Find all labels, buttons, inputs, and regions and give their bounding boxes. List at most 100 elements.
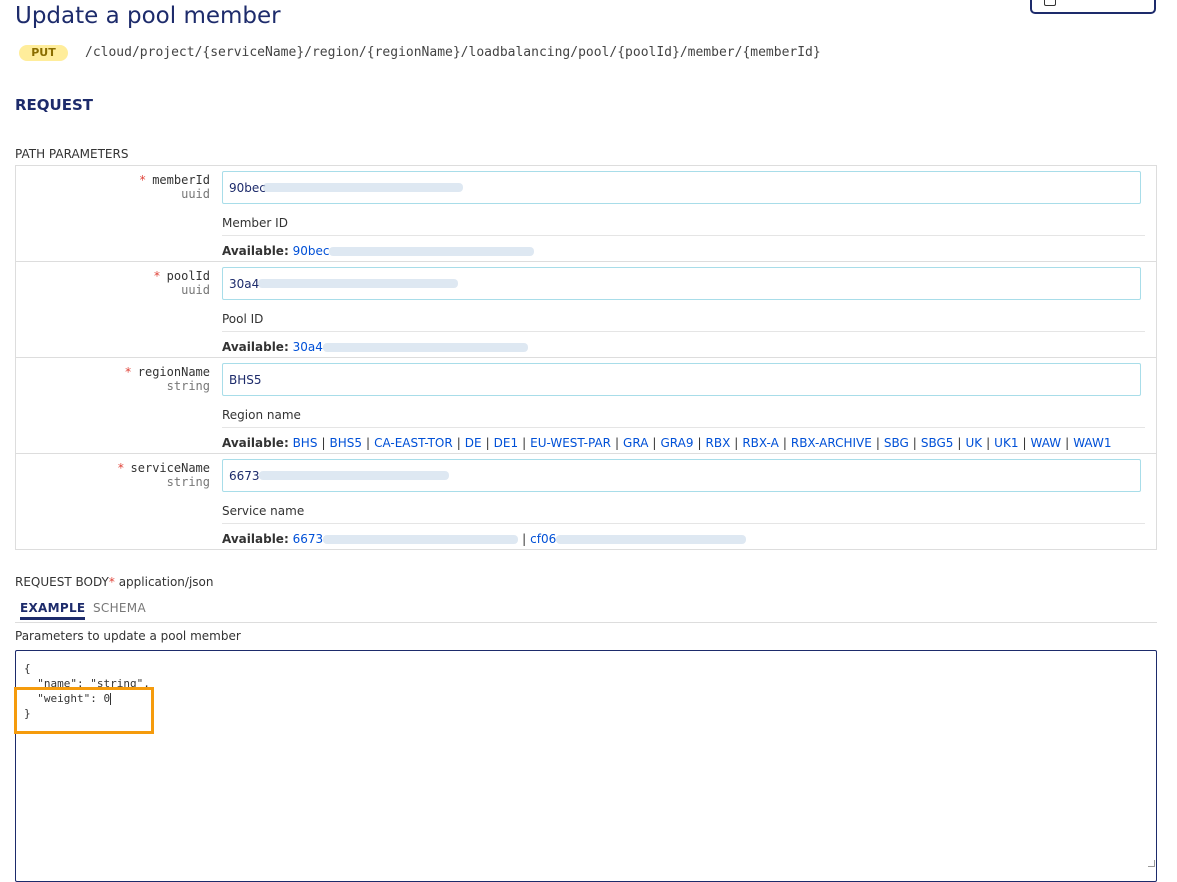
separator: | xyxy=(522,532,527,546)
param-row-poolId: * poolId uuid 30a4 Pool ID Available: 30a… xyxy=(16,262,1156,358)
param-available: Available: 90bec xyxy=(222,235,1145,258)
param-available: Available: BHS | BHS5 | CA-EAST-TOR | DE | DE1 | E… xyxy=(222,427,1145,450)
input-value: 6673 xyxy=(229,469,260,483)
redacted-value xyxy=(323,535,519,544)
available-label: Available: xyxy=(222,244,289,258)
page-title: Update a pool member xyxy=(15,3,281,29)
serviceName-input[interactable]: 6673 xyxy=(222,459,1141,492)
redacted-value xyxy=(329,247,535,256)
separator: | xyxy=(986,436,991,450)
method-badge: PUT xyxy=(19,45,68,61)
param-name: * regionName xyxy=(124,365,210,379)
input-value: BHS5 xyxy=(229,373,262,387)
separator: | xyxy=(697,436,702,450)
separator: | xyxy=(957,436,962,450)
separator: | xyxy=(615,436,620,450)
clipboard-icon xyxy=(1044,0,1056,6)
available-value-link[interactable]: 30a4 xyxy=(293,340,323,354)
code-line: { xyxy=(24,662,31,675)
redacted-value xyxy=(556,535,747,544)
content-type: application/json xyxy=(118,575,214,589)
param-description: Region name xyxy=(222,408,301,422)
region-option-link[interactable]: WAW1 xyxy=(1073,436,1111,450)
available-label: Available: xyxy=(222,436,289,450)
redacted-value xyxy=(263,183,463,192)
input-value: 30a4 xyxy=(229,277,260,291)
tab-schema[interactable]: SCHEMA xyxy=(93,601,146,615)
required-marker: * xyxy=(138,173,147,187)
separator: | xyxy=(652,436,657,450)
tab-example[interactable]: EXAMPLE xyxy=(20,601,86,620)
region-option-link[interactable]: RBX-A xyxy=(742,436,778,450)
corner-button[interactable] xyxy=(1030,0,1156,14)
param-type: string xyxy=(166,475,210,489)
separator: | xyxy=(1065,436,1070,450)
required-marker: * xyxy=(124,365,132,379)
region-option-link[interactable]: EU-WEST-PAR xyxy=(530,436,611,450)
param-description: Member ID xyxy=(222,216,288,230)
available-value-link[interactable]: cf06 xyxy=(530,532,556,546)
param-name: * serviceName xyxy=(117,461,210,475)
available-value-link[interactable]: 6673 xyxy=(293,532,324,546)
region-option-link[interactable]: WAW xyxy=(1031,436,1062,450)
resize-handle[interactable] xyxy=(1148,860,1155,867)
separator: | xyxy=(366,436,371,450)
required-marker: * xyxy=(153,269,161,283)
separator: | xyxy=(456,436,461,450)
required-marker: * xyxy=(108,575,115,589)
redacted-value xyxy=(322,343,528,352)
param-name: * poolId xyxy=(153,269,210,283)
separator: | xyxy=(1022,436,1027,450)
redacted-value xyxy=(258,279,458,288)
separator: | xyxy=(522,436,527,450)
param-row-memberId: * memberId uuid 90bec Member ID Available… xyxy=(16,166,1156,262)
region-option-link[interactable]: SBG5 xyxy=(921,436,954,450)
region-option-link[interactable]: BHS5 xyxy=(330,436,363,450)
input-value: 90bec xyxy=(229,181,266,195)
poolId-input[interactable]: 30a4 xyxy=(222,267,1141,300)
region-option-link[interactable]: GRA xyxy=(623,436,648,450)
highlight-box xyxy=(14,687,154,734)
region-option-link[interactable]: RBX xyxy=(706,436,731,450)
region-option-link[interactable]: DE1 xyxy=(494,436,518,450)
memberId-input[interactable]: 90bec xyxy=(222,171,1141,204)
param-row-serviceName: * serviceName string 6673 Service name Av… xyxy=(16,454,1156,549)
separator: | xyxy=(734,436,739,450)
param-type: string xyxy=(166,379,210,393)
separator: | xyxy=(485,436,490,450)
available-value-link[interactable]: 90bec xyxy=(293,244,330,258)
region-option-link[interactable]: DE xyxy=(465,436,482,450)
path-parameters-table: * memberId uuid 90bec Member ID Available… xyxy=(15,165,1157,550)
endpoint-path: /cloud/project/{serviceName}/region/{reg… xyxy=(85,45,821,60)
region-option-link[interactable]: BHS xyxy=(293,436,318,450)
redacted-value xyxy=(259,471,449,480)
region-option-link[interactable]: SBG xyxy=(884,436,909,450)
request-body-editor[interactable]: { "name": "string", "weight": 0} xyxy=(15,650,1157,882)
separator: | xyxy=(782,436,787,450)
param-description: Service name xyxy=(222,504,305,518)
request-section-title: REQUEST xyxy=(15,96,94,114)
available-label: Available: xyxy=(222,340,289,354)
param-type: uuid xyxy=(181,187,210,201)
separator: | xyxy=(875,436,880,450)
param-type: uuid xyxy=(181,283,210,297)
param-description: Pool ID xyxy=(222,312,264,326)
separator: | xyxy=(912,436,917,450)
region-option-link[interactable]: GRA9 xyxy=(660,436,693,450)
param-row-regionName: * regionName string BHS5 Region name Avai… xyxy=(16,358,1156,454)
param-available: Available: 6673 | cf06 xyxy=(222,523,1145,546)
required-marker: * xyxy=(117,461,125,475)
body-tabs: EXAMPLE SCHEMA xyxy=(15,600,1157,623)
region-option-link[interactable]: CA-EAST-TOR xyxy=(374,436,453,450)
path-parameters-title: PATH PARAMETERS xyxy=(15,147,129,161)
regionName-input[interactable]: BHS5 xyxy=(222,363,1141,396)
available-label: Available: xyxy=(222,532,289,546)
param-name: * memberId xyxy=(138,173,210,187)
region-option-link[interactable]: UK1 xyxy=(994,436,1018,450)
separator: | xyxy=(321,436,326,450)
request-body-title: REQUEST BODY* application/json xyxy=(15,575,214,589)
param-available: Available: 30a4 xyxy=(222,331,1145,354)
region-option-link[interactable]: RBX-ARCHIVE xyxy=(791,436,872,450)
body-description: Parameters to update a pool member xyxy=(15,629,241,643)
region-option-link[interactable]: UK xyxy=(965,436,982,450)
